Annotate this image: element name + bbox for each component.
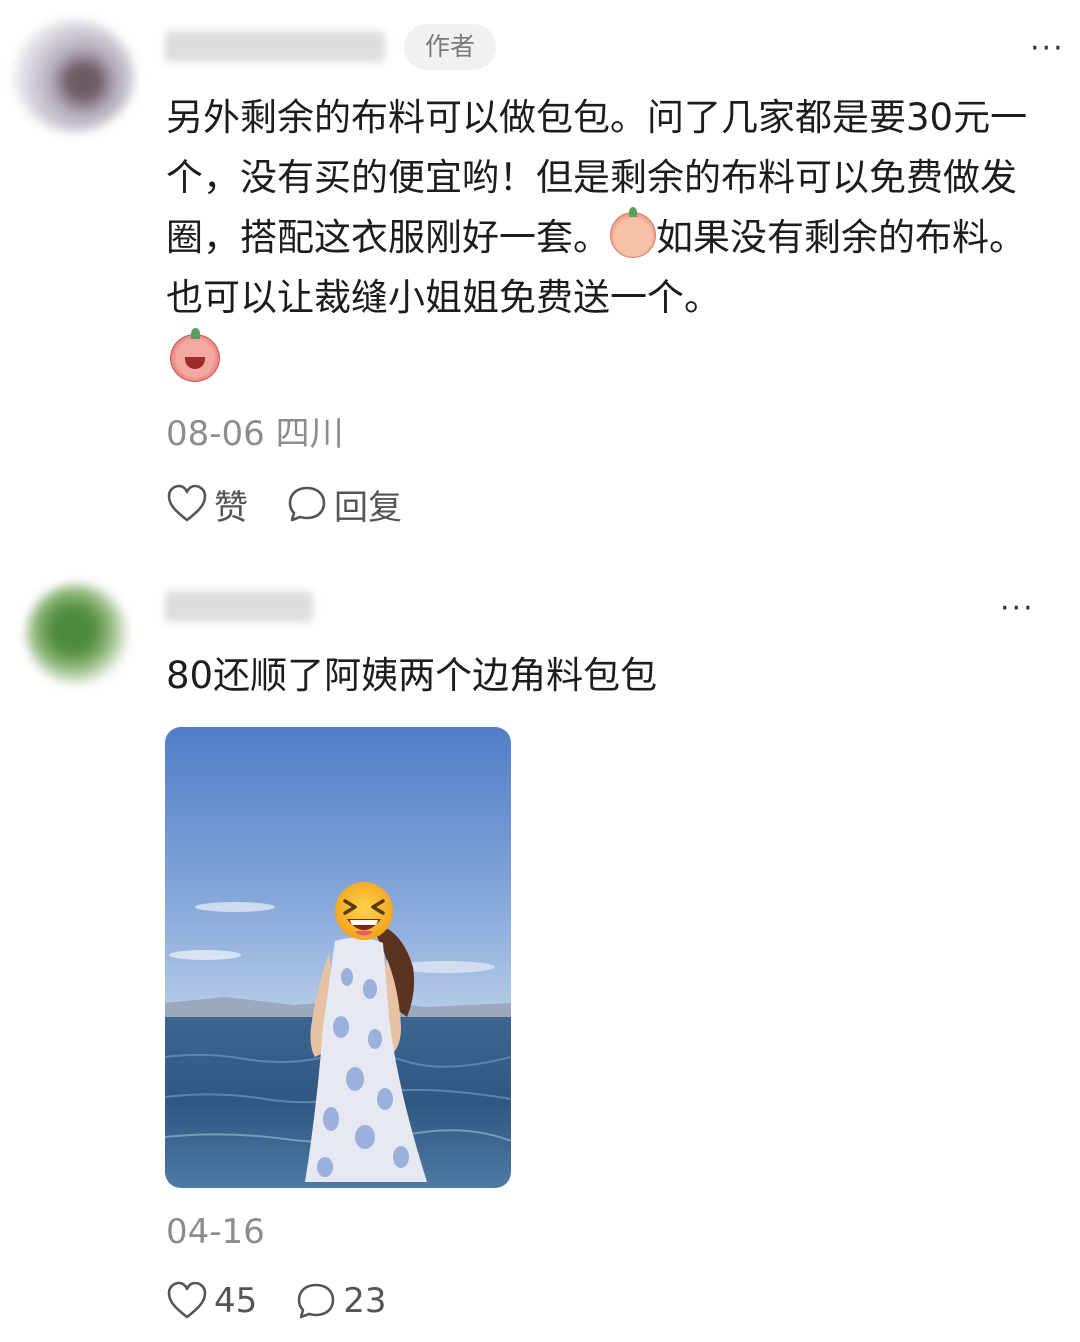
like-label: 赞 (214, 487, 248, 528)
avatar[interactable] (26, 584, 128, 684)
author-badge: 作者 (404, 24, 496, 70)
comment-1: 作者 ··· 另外剩余的布料可以做包包。问了几家都是要30元一个，没有买的便宜哟… (0, 0, 1080, 560)
more-options-button[interactable]: ··· (1000, 594, 1035, 624)
grinning-emoji-icon (335, 882, 393, 940)
reply-button[interactable]: 回复 (286, 480, 402, 529)
comment-actions: 45 23 (166, 1277, 425, 1325)
reply-button[interactable]: 23 (295, 1281, 387, 1321)
username-blurred[interactable] (165, 592, 313, 622)
avatar[interactable] (14, 20, 134, 132)
comment-location: 四川 (275, 414, 344, 454)
like-button[interactable]: 45 (166, 1281, 257, 1321)
like-count: 45 (214, 1281, 258, 1321)
comment-photo[interactable] (165, 727, 511, 1188)
shy-emoji-icon (610, 207, 656, 258)
comment-actions: 赞 回复 (166, 480, 440, 528)
username-blurred[interactable] (165, 32, 385, 62)
reply-count: 23 (343, 1281, 387, 1321)
more-options-button[interactable]: ··· (1030, 34, 1065, 64)
comment-date: 08-06 (166, 414, 265, 454)
comment-text: 另外剩余的布料可以做包包。问了几家都是要30元一个，没有买的便宜哟！但是剩余的布… (166, 88, 1056, 328)
heart-icon (167, 1281, 207, 1319)
comment-bubble-icon (288, 486, 326, 522)
comment-bubble-icon (297, 1283, 335, 1319)
comment-thread: 作者 ··· 另外剩余的布料可以做包包。问了几家都是要30元一个，没有买的便宜哟… (0, 0, 1080, 1342)
heart-icon (167, 484, 207, 522)
laughing-emoji-icon (170, 328, 220, 382)
comment-meta: 08-06 四川 (166, 414, 344, 454)
comment-text: 80还顺了阿姨两个边角料包包 (166, 654, 658, 697)
photo-image (165, 727, 511, 1188)
comment-date: 04-16 (166, 1212, 265, 1252)
reply-label: 回复 (334, 487, 402, 528)
like-button[interactable]: 赞 (166, 480, 248, 529)
